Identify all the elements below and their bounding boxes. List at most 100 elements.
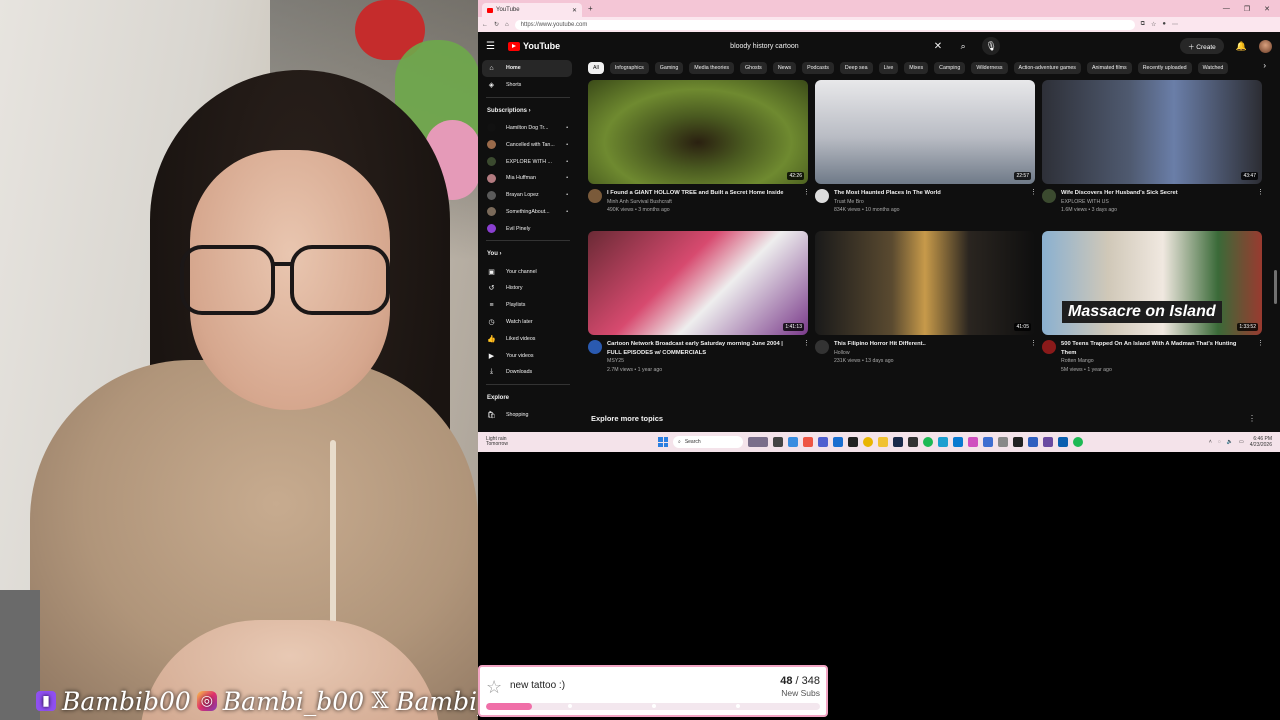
more-options-icon[interactable]: ⋮ [1030, 188, 1037, 196]
sidebar-item-history[interactable]: ↺ History [478, 280, 578, 297]
back-icon[interactable]: ← [482, 22, 488, 28]
filter-chip[interactable]: Camping [934, 62, 966, 74]
tab-youtube[interactable]: YouTube ✕ [482, 3, 582, 17]
favorite-icon[interactable]: ☆ [1151, 21, 1156, 28]
channel-avatar[interactable] [1042, 340, 1056, 354]
windows-start-icon[interactable] [658, 437, 668, 447]
sidebar-item-your-videos[interactable]: ▶ Your videos [478, 347, 578, 364]
channel-avatar[interactable] [588, 189, 602, 203]
filter-chip[interactable]: Media theories [689, 62, 735, 74]
chevron-right-icon[interactable]: › [1263, 61, 1266, 70]
extensions-icon[interactable]: ⧉ [1141, 21, 1145, 28]
sidebar-item-home[interactable]: ⌂ Home [482, 60, 572, 77]
channel-name[interactable]: Rotten Mango [1061, 357, 1249, 365]
address-bar[interactable]: https://www.youtube.com [514, 19, 1135, 30]
weather-widget[interactable]: Light rain Tomorrow [478, 436, 538, 448]
channel-name[interactable]: EXPLORE WITH US [1061, 198, 1249, 206]
you-header[interactable]: You › [478, 245, 578, 263]
sidebar-item-watch-later[interactable]: ◷ Watch later [478, 314, 578, 331]
video-thumbnail[interactable]: 22:57 [815, 80, 1035, 184]
sidebar-item-subscription[interactable]: SomethingAbout... • [478, 204, 578, 221]
profile-browser-icon[interactable]: ● [1162, 21, 1166, 28]
more-options-icon[interactable]: ⋮ [803, 188, 810, 196]
channel-avatar[interactable] [1042, 189, 1056, 203]
filter-chip[interactable]: All [588, 62, 604, 74]
file-explorer-icon[interactable] [773, 437, 783, 447]
app-icon[interactable] [983, 437, 993, 447]
search-icon[interactable]: ⌕ [954, 37, 972, 55]
filter-chip[interactable]: Watched [1197, 62, 1229, 74]
sidebar-item-liked-videos[interactable]: 👍 Liked videos [478, 330, 578, 347]
sidebar-item-shorts[interactable]: ◈ Shorts [478, 77, 578, 94]
sidebar-item-shopping[interactable]: 🛍 Shopping [478, 407, 578, 424]
filter-chip[interactable]: Live [878, 62, 899, 74]
edge-icon[interactable] [788, 437, 798, 447]
chrome-icon[interactable] [863, 437, 873, 447]
channel-name[interactable]: MSY25 [607, 357, 795, 365]
more-options-icon[interactable]: ⋮ [1257, 339, 1264, 347]
app-icon[interactable] [938, 437, 948, 447]
filter-chip[interactable]: Mixes [904, 62, 929, 74]
filter-chip[interactable]: Deep sea [839, 62, 873, 74]
obs-icon[interactable] [848, 437, 858, 447]
clock[interactable]: 6:46 PM 4/23/2026 [1250, 436, 1272, 448]
clear-search-icon[interactable]: ✕ [934, 41, 942, 52]
taskbar-search[interactable]: ⌕ Search [673, 436, 743, 448]
outlook-icon[interactable] [833, 437, 843, 447]
app-icon[interactable] [1028, 437, 1038, 447]
home-browser-icon[interactable]: ⌂ [505, 22, 509, 28]
channel-name[interactable]: Minh Anh Survival Bushcraft [607, 198, 795, 206]
channel-name[interactable]: Trust Me Bro [834, 198, 1022, 206]
sidebar-item-subscription[interactable]: Mia Huffman • [478, 170, 578, 187]
youtube-logo[interactable]: YouTube [508, 41, 560, 51]
more-options-icon[interactable]: ⋮ [1030, 339, 1037, 347]
sidebar-item-subscription[interactable]: EXPLORE WITH ... • [478, 153, 578, 170]
video-title[interactable]: Cartoon Network Broadcast early Saturday… [607, 340, 795, 357]
network-icon[interactable]: ◌ [1218, 439, 1221, 445]
sidebar-item-downloads[interactable]: ⤓ Downloads [478, 364, 578, 381]
video-title[interactable]: I Found a GIANT HOLLOW TREE and Built a … [607, 189, 795, 198]
video-card[interactable]: 42:26 I Found a GIANT HOLLOW TREE and Bui… [588, 80, 810, 214]
video-thumbnail[interactable]: 42:26 [588, 80, 808, 184]
close-tab-icon[interactable]: ✕ [572, 7, 577, 14]
video-card[interactable]: Massacre on Island 1:33:52 500 Teens Trapp… [1042, 231, 1264, 374]
minimize-button[interactable]: — [1223, 5, 1230, 13]
reload-icon[interactable]: ↻ [494, 21, 499, 28]
menu-dots-icon[interactable]: ⋯ [1172, 21, 1178, 28]
filter-chip[interactable]: Wilderness [971, 62, 1008, 74]
search-input[interactable]: bloody history cartoon ✕ [720, 37, 950, 55]
folder-icon[interactable] [878, 437, 888, 447]
volume-icon[interactable]: 🔈 [1227, 439, 1233, 445]
more-options-icon[interactable]: ⋮ [803, 339, 810, 347]
filter-chip[interactable]: Recently uploaded [1137, 62, 1192, 74]
create-button[interactable]: ＋ Create [1179, 38, 1224, 54]
hamburger-menu-icon[interactable]: ☰ [486, 41, 500, 52]
more-options-icon[interactable]: ⋮ [1257, 188, 1264, 196]
account-avatar[interactable] [1259, 39, 1272, 53]
filter-chip[interactable]: Gaming [654, 62, 684, 74]
filter-chip[interactable]: Ghosts [740, 62, 767, 74]
spotify-icon[interactable] [1073, 437, 1083, 447]
video-card[interactable]: 22:57 The Most Haunted Places In The Worl… [815, 80, 1037, 214]
steam-icon[interactable] [1058, 437, 1068, 447]
video-thumbnail[interactable]: Massacre on Island 1:33:52 [1042, 231, 1262, 335]
sidebar-item-subscription[interactable]: Brayan Lopez • [478, 187, 578, 204]
video-title[interactable]: This Filipino Horror Hit Different.. [834, 340, 1022, 349]
channel-avatar[interactable] [815, 340, 829, 354]
video-title[interactable]: The Most Haunted Places In The World [834, 189, 1022, 198]
sidebar-item-your-channel[interactable]: ▣ Your channel [478, 263, 578, 280]
sidebar-item-subscription[interactable]: Hamilton Dog Tr... • [478, 120, 578, 137]
video-title[interactable]: 500 Teens Trapped On An Island With A Ma… [1061, 340, 1249, 357]
camera-icon[interactable] [998, 437, 1008, 447]
filter-chip[interactable]: News [772, 62, 797, 74]
sidebar-item-subscription[interactable]: Evil Pinely [478, 220, 578, 237]
page-scrollbar[interactable] [1274, 270, 1277, 304]
app-icon[interactable] [803, 437, 813, 447]
app-icon[interactable] [953, 437, 963, 447]
filter-chip[interactable]: Infographics [609, 62, 649, 74]
video-thumbnail[interactable]: 1:41:13 [588, 231, 808, 335]
video-thumbnail[interactable]: 41:05 [815, 231, 1035, 335]
subscriptions-header[interactable]: Subscriptions › [478, 102, 578, 120]
filter-chip[interactable]: Podcasts [802, 62, 834, 74]
app-icon[interactable] [1043, 437, 1053, 447]
